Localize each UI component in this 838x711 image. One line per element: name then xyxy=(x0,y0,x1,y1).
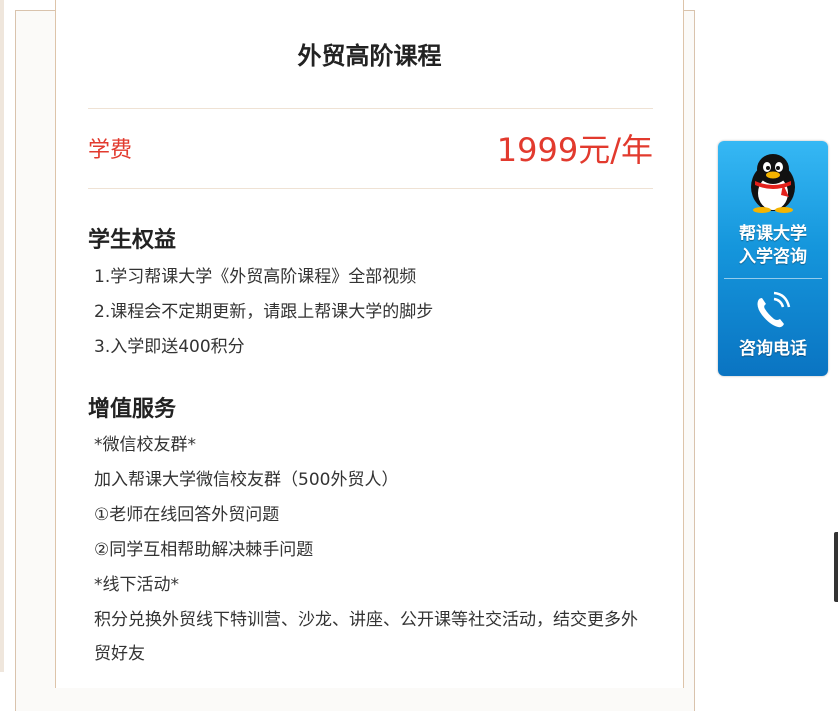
benefits-list: 1.学习帮课大学《外贸高阶课程》全部视频 2.课程会不定期更新，请跟上帮课大学的… xyxy=(94,260,433,365)
divider-fee xyxy=(88,188,653,189)
divider-top xyxy=(88,108,653,109)
list-item: *线下活动* xyxy=(94,575,179,595)
list-item: *微信校友群* xyxy=(94,435,196,455)
benefits-heading: 学生权益 xyxy=(88,228,177,253)
list-item: 2.课程会不定期更新，请跟上帮课大学的脚步 xyxy=(94,302,434,322)
list-item: ②同学互相帮助解决棘手问题 xyxy=(94,540,314,560)
list-item: 1.学习帮课大学《外贸高阶课程》全部视频 xyxy=(94,267,417,287)
list-item: ①老师在线回答外贸问题 xyxy=(94,505,280,525)
list-item: 积分兑换外贸线下特训营、沙龙、讲座、公开课等社交活动，结交更多外贸好友 xyxy=(94,610,638,664)
qq-line2: 入学咨询 xyxy=(739,247,807,267)
phone-icon xyxy=(757,291,791,328)
list-item: 3.入学即送400积分 xyxy=(94,337,245,357)
services-heading: 增值服务 xyxy=(88,397,177,422)
services-list: *微信校友群* 加入帮课大学微信校友群（500外贸人） ①老师在线回答外贸问题 … xyxy=(94,428,654,671)
fee-price: 1999元/年 xyxy=(496,131,653,169)
course-title: 外贸高阶课程 xyxy=(297,42,442,70)
consult-widget: 帮课大学 入学咨询 咨询电话 xyxy=(718,141,828,376)
list-item: 加入帮课大学微信校友群（500外贸人） xyxy=(94,470,399,490)
course-card: 外贸高阶课程 学费 1999元/年 学生权益 1.学习帮课大学《外贸高阶课程》全… xyxy=(55,0,684,688)
phone-consult-button[interactable]: 咨询电话 xyxy=(718,279,828,376)
phone-label: 咨询电话 xyxy=(739,339,807,359)
edge-scroll-tab[interactable] xyxy=(834,532,838,602)
qq-penguin-icon xyxy=(751,154,795,213)
qq-line1: 帮课大学 xyxy=(739,224,807,244)
fee-label: 学费 xyxy=(88,138,133,163)
qq-consult-button[interactable]: 帮课大学 入学咨询 xyxy=(718,141,828,277)
left-border-rule xyxy=(0,0,4,672)
